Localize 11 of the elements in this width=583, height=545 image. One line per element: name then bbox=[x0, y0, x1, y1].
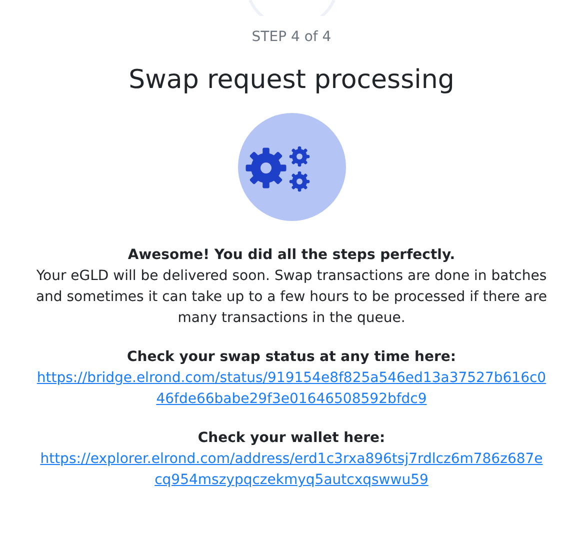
gear-icon bbox=[288, 171, 310, 192]
link-label: Check your swap status at any time here: bbox=[127, 348, 456, 367]
page-title: Swap request processing bbox=[128, 64, 454, 96]
message-text: Your eGLD will be delivered soon. Swap transactions are done in batches and sometimes it can take up to a few hours to be processed if there are many transactions in the queue. bbox=[34, 267, 548, 328]
url-link[interactable]: https://explorer.elrond.com/address/erd1c3rxa896tsj7rdlcz6m786z687ecq954mszypqczekmyq5autcxqswwu59 bbox=[36, 449, 546, 491]
gear-icon bbox=[288, 146, 310, 167]
step-label: STEP 4 of 4 bbox=[252, 28, 332, 47]
gear-icon bbox=[245, 148, 286, 188]
message-headline: Awesome! You did all the steps perfectly. bbox=[128, 246, 456, 265]
url-link[interactable]: https://bridge.elrond.com/status/919154e8f825a546ed13a37527b616c046fde66babe29f3e01646508592bfdc9 bbox=[36, 368, 546, 410]
link-label: Check your wallet here: bbox=[198, 429, 386, 448]
